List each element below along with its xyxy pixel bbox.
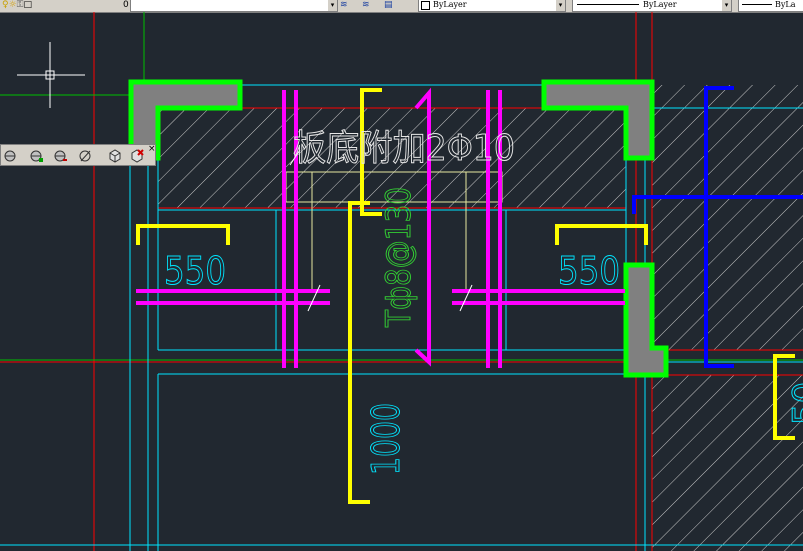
box-3d-icon[interactable]	[107, 148, 122, 163]
layer-previous-icon[interactable]: ≋	[362, 0, 370, 12]
lock-icon[interactable]: ⚿	[17, 0, 24, 10]
color-value: ByLayer	[433, 0, 467, 9]
dimension-1000: 1000	[364, 403, 408, 475]
sun-icon[interactable]: ☼	[9, 0, 17, 10]
linetype-sample	[577, 3, 639, 5]
current-layer-name: 0	[123, 0, 129, 10]
linetype-value: ByLayer	[643, 0, 677, 9]
lineweight-value: ByLa	[775, 0, 796, 9]
close-icon[interactable]: ×	[148, 145, 156, 154]
layer-state-icons[interactable]: ♀☼⚿□	[2, 0, 32, 12]
floating-3d-toolbar: ×	[0, 144, 156, 166]
chevron-down-icon[interactable]: ▾	[556, 0, 565, 11]
chevron-down-icon[interactable]: ▾	[722, 0, 731, 11]
chevron-down-icon[interactable]: ▾	[328, 0, 337, 11]
layer-match-icon[interactable]: ▤	[384, 0, 393, 12]
dimension-550-left: 550	[164, 249, 226, 293]
dimension-partial-right: 50	[786, 382, 803, 425]
color-square-icon[interactable]: □	[24, 0, 33, 10]
lineweight-dropdown[interactable]: ByLa	[738, 0, 803, 12]
box-delete-icon[interactable]	[129, 148, 144, 163]
color-dropdown[interactable]: ByLayer ▾	[418, 0, 566, 12]
sphere-add-icon[interactable]	[29, 148, 44, 163]
layer-dropdown[interactable]: ▾	[130, 0, 338, 12]
dimension-550-right: 550	[558, 249, 620, 293]
slab-hatch-right	[652, 85, 803, 551]
bulb-icon[interactable]: ♀	[2, 0, 9, 10]
slab-note-text: 板底附加2Φ10	[293, 128, 515, 169]
crosshair-cursor	[17, 42, 85, 108]
linetype-dropdown[interactable]: ByLayer ▾	[572, 0, 732, 12]
lineweight-sample	[742, 3, 772, 5]
drawing-canvas[interactable]: 板底附加2Φ10 550 550 1000 Tф8@130 50	[0, 12, 803, 551]
color-swatch-icon	[421, 0, 430, 10]
sphere-icon[interactable]	[3, 148, 18, 163]
diameter-icon[interactable]	[78, 148, 93, 163]
rebar-spacing-label: Tф8@130	[379, 187, 419, 328]
make-current-layer-icon[interactable]: ≋	[340, 0, 348, 12]
sphere-remove-icon[interactable]	[53, 148, 68, 163]
